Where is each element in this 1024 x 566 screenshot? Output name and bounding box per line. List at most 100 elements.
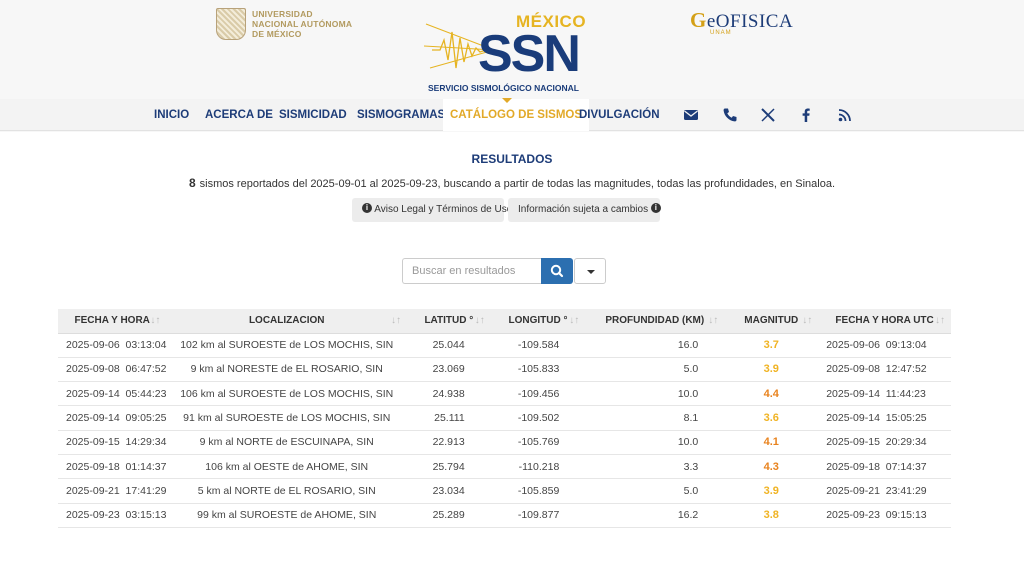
facebook-icon[interactable] bbox=[797, 106, 815, 124]
email-icon[interactable] bbox=[682, 106, 700, 124]
cell-latitud: 25.794 bbox=[407, 454, 491, 480]
unam-shield-icon bbox=[216, 8, 246, 40]
cell-profundidad: 8.1 bbox=[585, 405, 725, 431]
cell-fecha-hora: 2025-09-21 17:41:29 bbox=[58, 478, 167, 504]
cell-magnitud: 4.1 bbox=[724, 430, 819, 455]
cell-localizacion: 9 km al NORESTE de EL ROSARIO, SIN bbox=[166, 357, 407, 383]
geofisica-g: G bbox=[690, 8, 707, 32]
nav-sismogramas[interactable]: SISMOGRAMAS bbox=[357, 99, 445, 131]
table-row[interactable]: 2025-09-14 05:44:23 106 km al SUROESTE de… bbox=[58, 381, 951, 407]
sort-icon: ↓↑ bbox=[569, 315, 580, 326]
search-button[interactable] bbox=[541, 258, 573, 284]
geofisica-logo[interactable]: GeOFISICA UNAM bbox=[690, 8, 794, 36]
cell-fecha-hora-utc: 2025-09-23 09:15:13 bbox=[818, 503, 951, 528]
phone-icon[interactable] bbox=[721, 106, 739, 124]
col-profundidad[interactable]: PROFUNDIDAD (KM) ↓↑ bbox=[585, 309, 725, 334]
sort-icon: ↓↑ bbox=[708, 315, 719, 326]
cell-profundidad: 5.0 bbox=[585, 357, 725, 383]
table-row[interactable]: 2025-09-14 09:05:25 91 km al SUROESTE de … bbox=[58, 405, 951, 431]
cell-profundidad: 3.3 bbox=[585, 454, 725, 480]
cell-fecha-hora-utc: 2025-09-08 12:47:52 bbox=[818, 357, 951, 383]
col-label: LOCALIZACION bbox=[248, 315, 325, 327]
table-row[interactable]: 2025-09-08 06:47:52 9 km al NORESTE de EL… bbox=[58, 357, 951, 383]
sort-icon: ↓↑ bbox=[391, 315, 401, 326]
sort-icon: ↓↑ bbox=[935, 315, 945, 326]
table-row[interactable]: 2025-09-21 17:41:29 5 km al NORTE de EL R… bbox=[58, 478, 951, 504]
cell-fecha-hora-utc: 2025-09-14 15:05:25 bbox=[818, 405, 951, 431]
cell-longitud: -109.584 bbox=[490, 333, 586, 358]
col-label: PROFUNDIDAD (KM) bbox=[605, 315, 705, 327]
cell-profundidad: 16.0 bbox=[585, 333, 725, 358]
active-nav-caret-icon bbox=[502, 98, 512, 103]
table-row[interactable]: 2025-09-06 03:13:04 102 km al SUROESTE de… bbox=[58, 333, 951, 358]
col-latitud[interactable]: LATITUD ° ↓↑ bbox=[407, 309, 491, 334]
search-options-dropdown[interactable] bbox=[574, 258, 606, 284]
cell-latitud: 25.289 bbox=[407, 503, 491, 528]
changes-notice-label: Información sujeta a cambios bbox=[518, 204, 649, 215]
site-header: UNIVERSIDAD NACIONAL AUTÓNOMA DE MÉXICO … bbox=[0, 0, 1024, 132]
cell-longitud: -105.769 bbox=[490, 430, 586, 455]
cell-longitud: -109.502 bbox=[490, 405, 586, 431]
col-fecha-hora-utc[interactable]: FECHA Y HORA UTC ↓↑ bbox=[818, 309, 951, 334]
cell-longitud: -109.877 bbox=[490, 503, 586, 528]
cell-longitud: -105.833 bbox=[490, 357, 586, 383]
cell-profundidad: 10.0 bbox=[585, 430, 725, 455]
unam-logo[interactable]: UNIVERSIDAD NACIONAL AUTÓNOMA DE MÉXICO bbox=[216, 8, 352, 40]
cell-magnitud: 3.6 bbox=[724, 405, 819, 431]
cell-fecha-hora: 2025-09-14 05:44:23 bbox=[58, 381, 167, 407]
cell-localizacion: 9 km al NORTE de ESCUINAPA, SIN bbox=[166, 430, 407, 455]
cell-fecha-hora: 2025-09-08 06:47:52 bbox=[58, 357, 167, 383]
cell-localizacion: 106 km al SUROESTE de LOS MOCHIS, SIN bbox=[166, 381, 407, 407]
geofisica-wordmark: GeOFISICA bbox=[690, 8, 794, 32]
cell-latitud: 23.034 bbox=[407, 478, 491, 504]
nav-catalogo-de-sismos[interactable]: CATÁLOGO DE SISMOS bbox=[443, 99, 590, 131]
cell-magnitud: 4.3 bbox=[724, 454, 819, 480]
search-icon bbox=[550, 264, 564, 278]
nav-acerca-de[interactable]: ACERCA DE bbox=[205, 99, 273, 131]
table-row[interactable]: 2025-09-15 14:29:34 9 km al NORTE de ESCU… bbox=[58, 430, 951, 455]
results-summary: 8 sismos reportados del 2025-09-01 al 202… bbox=[0, 176, 1024, 190]
legal-notice-button[interactable]: i Aviso Legal y Términos de Uso bbox=[352, 198, 512, 222]
col-fecha-hora[interactable]: FECHA Y HORA ↓↑ bbox=[58, 309, 167, 334]
info-icon: i bbox=[362, 203, 372, 214]
cell-magnitud: 3.9 bbox=[724, 478, 819, 504]
cell-fecha-hora: 2025-09-18 01:14:37 bbox=[58, 454, 167, 480]
cell-localizacion: 99 km al SUROESTE de AHOME, SIN bbox=[166, 503, 407, 528]
cell-profundidad: 10.0 bbox=[585, 381, 725, 407]
nav-divulgacion[interactable]: DIVULGACIÓN bbox=[579, 99, 660, 131]
cell-latitud: 22.913 bbox=[407, 430, 491, 455]
info-icon: i bbox=[650, 203, 661, 214]
table-row[interactable]: 2025-09-18 01:14:37 106 km al OESTE de AH… bbox=[58, 454, 951, 480]
col-magnitud[interactable]: MAGNITUD ↓↑ bbox=[724, 309, 819, 334]
cell-fecha-hora-utc: 2025-09-21 23:41:29 bbox=[818, 478, 951, 504]
cell-fecha-hora-utc: 2025-09-18 07:14:37 bbox=[818, 454, 951, 480]
cell-magnitud: 3.8 bbox=[724, 503, 819, 528]
col-longitud[interactable]: LONGITUD ° ↓↑ bbox=[490, 309, 586, 334]
cell-fecha-hora: 2025-09-06 03:13:04 bbox=[58, 333, 167, 358]
cell-magnitud: 3.7 bbox=[724, 333, 819, 358]
col-localizacion[interactable]: LOCALIZACION ↓↑ bbox=[166, 309, 407, 334]
sort-icon: ↓↑ bbox=[802, 315, 813, 326]
table-body: 2025-09-06 03:13:04 102 km al SUROESTE de… bbox=[58, 333, 951, 528]
cell-longitud: -109.456 bbox=[490, 381, 586, 407]
col-label: LONGITUD ° bbox=[508, 315, 568, 327]
rss-icon[interactable] bbox=[836, 106, 854, 124]
search-input[interactable] bbox=[402, 258, 541, 284]
x-twitter-icon[interactable] bbox=[759, 106, 777, 124]
ssn-logo[interactable]: MÉXICO SSN SERVICIO SISMOLÓGICO NACIONAL bbox=[424, 10, 586, 96]
cell-fecha-hora-utc: 2025-09-06 09:13:04 bbox=[818, 333, 951, 358]
nav-sismicidad[interactable]: SISMICIDAD bbox=[279, 99, 347, 131]
nav-inicio[interactable]: INICIO bbox=[154, 99, 189, 131]
geofisica-sub: UNAM bbox=[710, 30, 732, 36]
cell-localizacion: 5 km al NORTE de EL ROSARIO, SIN bbox=[166, 478, 407, 504]
ssn-subtitle: SERVICIO SISMOLÓGICO NACIONAL bbox=[428, 83, 579, 93]
cell-fecha-hora: 2025-09-15 14:29:34 bbox=[58, 430, 167, 455]
sort-icon: ↓↑ bbox=[474, 315, 485, 326]
table-row[interactable]: 2025-09-23 03:15:13 99 km al SUROESTE de … bbox=[58, 503, 951, 528]
col-label: LATITUD ° bbox=[424, 315, 474, 327]
changes-notice-button[interactable]: Información sujeta a cambios i bbox=[508, 198, 661, 222]
cell-localizacion: 102 km al SUROESTE de LOS MOCHIS, SIN bbox=[166, 333, 407, 358]
cell-longitud: -110.218 bbox=[490, 454, 586, 480]
cell-latitud: 23.069 bbox=[407, 357, 491, 383]
geofisica-rest: eOFISICA bbox=[706, 11, 794, 32]
